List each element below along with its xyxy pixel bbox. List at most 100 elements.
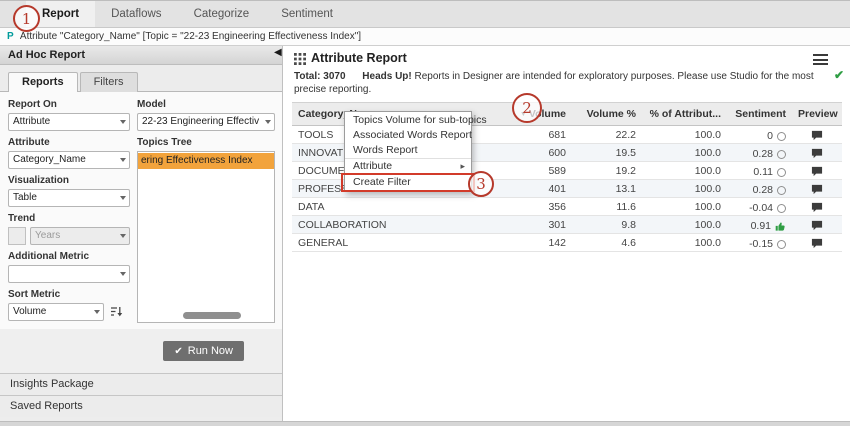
form-column-left: Report On Attribute Attribute Category_N… [8, 99, 130, 323]
window-bottom-edge [0, 421, 850, 426]
context-menu: Topics Volume for sub-topics Associated … [344, 111, 472, 192]
cell-volume: 589 [507, 162, 572, 179]
attribute-label: Attribute [8, 137, 130, 148]
trend-controls: Years [8, 227, 130, 245]
report-on-select[interactable]: Attribute [8, 113, 130, 131]
trend-value: Years [35, 230, 60, 241]
menu-item-attribute-label: Attribute [353, 160, 392, 172]
cell-volume: 301 [507, 216, 572, 233]
visualization-select[interactable]: Table [8, 189, 130, 207]
comment-icon [811, 220, 823, 231]
attribute-report-panel: Attribute Report Total: 3070 Heads Up! R… [284, 46, 850, 426]
menu-item-associated-words-report[interactable]: Associated Words Report [345, 128, 471, 143]
cell-sentiment: 0.91 [727, 216, 792, 233]
sidebar-tabs: Reports Filters [0, 65, 282, 92]
preview-button[interactable] [792, 144, 842, 161]
preview-button[interactable] [792, 162, 842, 179]
chevron-down-icon [120, 196, 126, 200]
chevron-down-icon [120, 234, 126, 238]
tab-reports[interactable]: Reports [8, 72, 78, 92]
cell-volume-pct: 19.2 [572, 162, 642, 179]
comment-icon [811, 238, 823, 249]
run-row: ✔ Run Now [0, 329, 282, 373]
comment-icon [811, 130, 823, 141]
nav-tab-sentiment[interactable]: Sentiment [265, 1, 349, 27]
sentiment-value: 0.28 [753, 184, 773, 196]
menu-item-attribute[interactable]: Attribute ▸ [345, 158, 471, 174]
top-nav: Report Dataflows Categorize Sentiment [0, 0, 850, 28]
cell-category: DATA [292, 198, 507, 215]
cell-volume-pct: 4.6 [572, 234, 642, 251]
preview-button[interactable] [792, 216, 842, 233]
cell-sentiment: 0.28 [727, 144, 792, 161]
main-header: Attribute Report [284, 46, 850, 67]
sentiment-value: -0.04 [749, 202, 773, 214]
cell-attr-pct: 100.0 [642, 216, 727, 233]
breadcrumb-project-link[interactable]: P [7, 31, 14, 42]
additional-metric-select[interactable] [8, 265, 130, 283]
topics-tree-selected-item[interactable]: ering Effectiveness Index [138, 153, 274, 169]
nav-tab-categorize[interactable]: Categorize [178, 1, 266, 27]
table-row-data[interactable]: DATA 356 11.6 100.0 -0.04 [292, 198, 842, 216]
comment-icon [811, 202, 823, 213]
preview-button[interactable] [792, 180, 842, 197]
column-preview[interactable]: Preview [792, 103, 842, 125]
sort-metric-value: Volume [13, 306, 46, 317]
attribute-select[interactable]: Category_Name [8, 151, 130, 169]
cell-category: COLLABORATION [292, 216, 507, 233]
column-volume-pct[interactable]: Volume % [572, 103, 642, 125]
neutral-sentiment-icon [777, 132, 786, 141]
report-title: Attribute Report [311, 52, 407, 65]
sort-metric-select[interactable]: Volume [8, 303, 104, 321]
column-sentiment[interactable]: Sentiment [727, 103, 792, 125]
menu-item-words-report[interactable]: Words Report [345, 143, 471, 158]
run-now-button[interactable]: ✔ Run Now [163, 341, 244, 361]
sentiment-value: 0 [767, 130, 773, 142]
cell-volume: 401 [507, 180, 572, 197]
visualization-label: Visualization [8, 175, 130, 186]
section-insights-package[interactable]: Insights Package [0, 373, 282, 395]
ad-hoc-report-panel: Ad Hoc Report Reports Filters Report On … [0, 46, 283, 426]
run-now-label: Run Now [188, 345, 233, 357]
model-select[interactable]: 22-23 Engineering Effectiv [137, 113, 275, 131]
breadcrumb-text: Attribute "Category_Name" [Topic = "22-2… [20, 31, 361, 42]
heads-up-label: Heads Up! [362, 71, 411, 82]
comment-icon [811, 184, 823, 195]
chevron-down-icon [120, 158, 126, 162]
table-row-collaboration[interactable]: COLLABORATION 301 9.8 100.0 0.91 [292, 216, 842, 234]
cell-volume-pct: 9.8 [572, 216, 642, 233]
table-row-general[interactable]: GENERAL 142 4.6 100.0 -0.15 [292, 234, 842, 252]
cell-sentiment: -0.04 [727, 198, 792, 215]
preview-button[interactable] [792, 126, 842, 143]
visualization-value: Table [13, 192, 37, 203]
cell-sentiment: 0 [727, 126, 792, 143]
preview-button[interactable] [792, 234, 842, 251]
cell-attr-pct: 100.0 [642, 126, 727, 143]
trend-period-box [8, 227, 26, 245]
sentiment-value: 0.28 [753, 148, 773, 160]
cell-attr-pct: 100.0 [642, 234, 727, 251]
cell-sentiment: 0.11 [727, 162, 792, 179]
collapse-panel-icon[interactable]: ◀ [274, 47, 282, 58]
annotation-circle-3: 3 [468, 171, 494, 197]
nav-tab-dataflows[interactable]: Dataflows [95, 1, 178, 27]
neutral-sentiment-icon [777, 150, 786, 159]
section-saved-reports[interactable]: Saved Reports [0, 395, 282, 417]
model-value: 22-23 Engineering Effectiv [142, 116, 259, 127]
comment-icon [811, 166, 823, 177]
column-attr-pct[interactable]: % of Attribut... [642, 103, 727, 125]
check-icon: ✔ [174, 346, 182, 357]
status-check-icon: ✔ [834, 69, 844, 82]
horizontal-scrollbar[interactable] [183, 312, 241, 319]
cell-volume: 681 [507, 126, 572, 143]
report-on-value: Attribute [13, 116, 50, 127]
topics-tree-label: Topics Tree [137, 137, 275, 148]
tab-filters[interactable]: Filters [80, 72, 138, 92]
menu-item-create-filter[interactable]: Create Filter [345, 174, 471, 190]
preview-button[interactable] [792, 198, 842, 215]
menu-item-topics-volume-subtopics[interactable]: Topics Volume for sub-topics [345, 113, 471, 128]
menu-icon[interactable] [813, 54, 828, 68]
trend-label: Trend [8, 213, 130, 224]
sort-direction-icon[interactable] [109, 305, 123, 319]
neutral-sentiment-icon [777, 240, 786, 249]
